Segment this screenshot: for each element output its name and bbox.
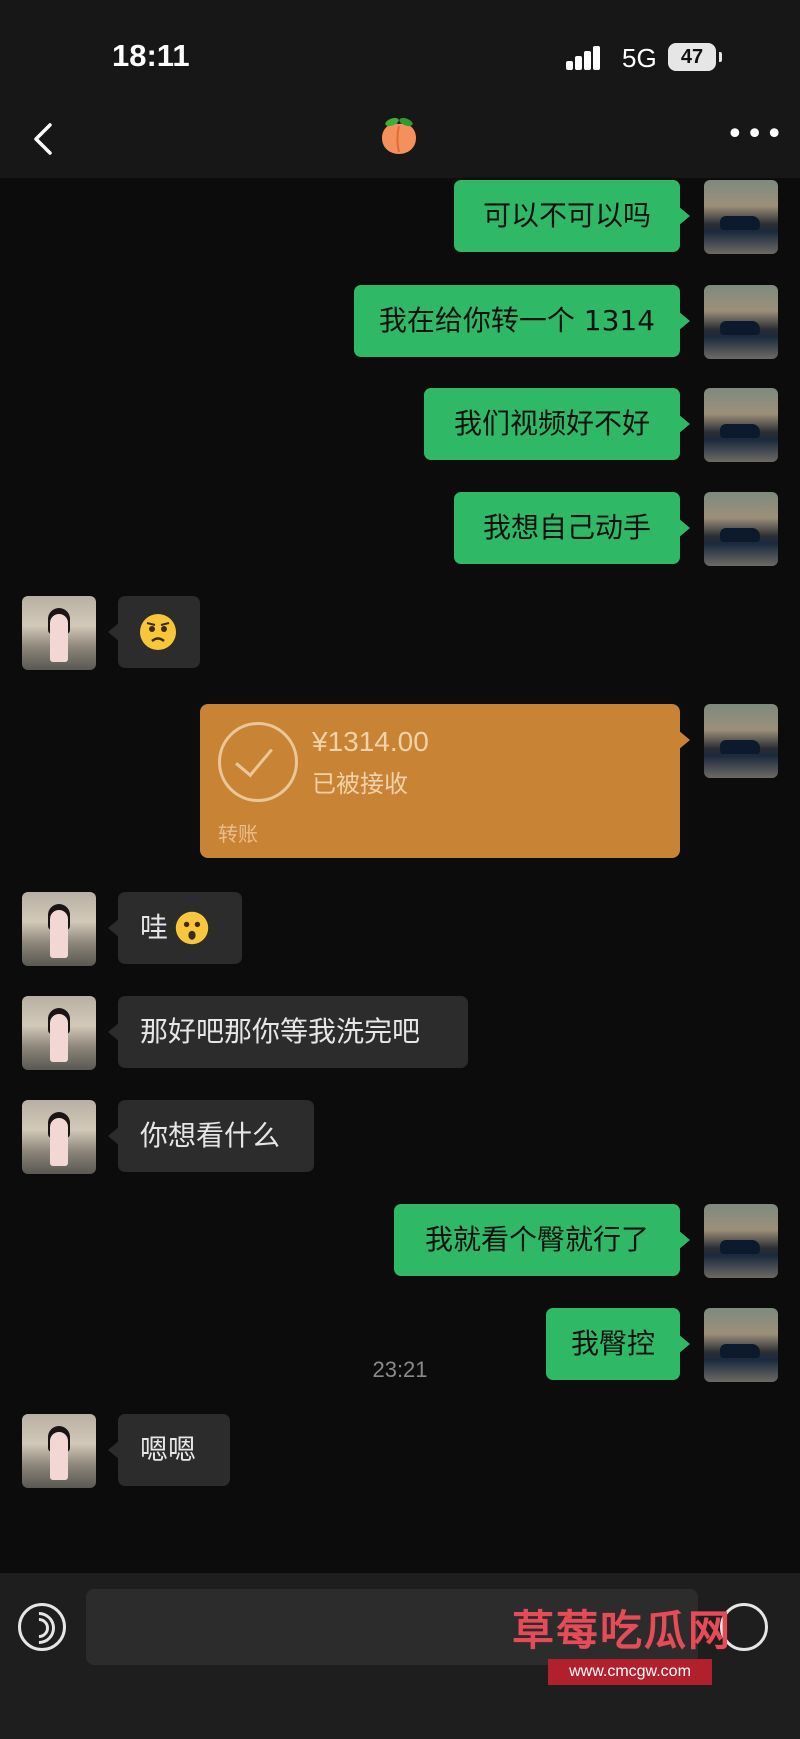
message-timestamp: 23:21 xyxy=(372,1357,428,1382)
received-message-bubble[interactable]: 哇 xyxy=(108,892,242,964)
signal-icon xyxy=(566,44,608,70)
peach-emoji xyxy=(382,117,416,154)
chat-header: ••• xyxy=(0,100,800,178)
message-text: 你想看什么 xyxy=(140,1119,281,1152)
chevron-left-icon[interactable] xyxy=(28,122,58,156)
more-dots-icon[interactable]: ••• xyxy=(726,120,785,150)
watermark-text: 草莓吃瓜网 xyxy=(512,1606,733,1655)
my-avatar[interactable] xyxy=(704,492,778,566)
message-text: 哇 xyxy=(140,911,169,944)
hushed-face-emoji xyxy=(175,911,209,945)
message-text: 我就看个臀就行了 xyxy=(424,1223,649,1256)
my-avatar[interactable] xyxy=(704,180,778,254)
thinking-face-emoji xyxy=(140,614,176,650)
received-message-bubble[interactable]: 你想看什么 xyxy=(108,1100,314,1172)
battery-indicator: 47 xyxy=(668,43,722,71)
contact-avatar[interactable] xyxy=(22,1100,96,1174)
contact-avatar[interactable] xyxy=(22,996,96,1070)
transfer-label: 转账 xyxy=(218,822,258,846)
my-avatar[interactable] xyxy=(704,704,778,778)
check-circle-icon xyxy=(218,722,298,802)
status-time: 18:11 xyxy=(112,38,190,73)
sent-message-bubble[interactable]: 我在给你转一个 1314 xyxy=(354,285,690,357)
sent-message-bubble[interactable]: 我们视频好不好 xyxy=(424,388,690,460)
message-text: 那好吧那你等我洗完吧 xyxy=(140,1015,421,1048)
message-text: 我想自己动手 xyxy=(482,511,651,544)
network-type: 5G xyxy=(622,43,657,73)
contact-avatar[interactable] xyxy=(22,1414,96,1488)
sent-message-bubble[interactable]: 我就看个臀就行了 xyxy=(394,1204,690,1276)
transfer-card[interactable]: ¥1314.00 已被接收 转账 xyxy=(200,704,690,858)
contact-avatar[interactable] xyxy=(22,596,96,670)
received-message-bubble[interactable]: 嗯嗯 xyxy=(108,1414,230,1486)
transfer-amount: ¥1314.00 xyxy=(312,726,429,757)
received-message-bubble[interactable]: 那好吧那你等我洗完吧 xyxy=(108,996,468,1068)
message-text: 我们视频好不好 xyxy=(453,407,650,440)
my-avatar[interactable] xyxy=(704,285,778,359)
transfer-status: 已被接收 xyxy=(312,770,408,798)
watermark-url: www.cmcgw.com xyxy=(548,1659,712,1685)
message-text: 可以不可以吗 xyxy=(482,199,651,232)
input-bar: 草莓吃瓜网 www.cmcgw.com xyxy=(0,1573,800,1739)
voice-icon[interactable] xyxy=(16,1603,66,1651)
contact-avatar[interactable] xyxy=(22,892,96,966)
received-message-bubble[interactable] xyxy=(108,596,200,668)
status-bar: 18:11 5G 47 xyxy=(0,0,800,100)
message-text: 嗯嗯 xyxy=(140,1433,197,1466)
my-avatar[interactable] xyxy=(704,388,778,462)
my-avatar[interactable] xyxy=(704,1204,778,1278)
message-text: 我臀控 xyxy=(570,1327,655,1360)
sent-message-bubble[interactable]: 可以不可以吗 xyxy=(454,180,690,252)
message-text: 我在给你转一个 1314 xyxy=(378,304,656,337)
sent-message-bubble[interactable]: 我想自己动手 xyxy=(454,492,690,564)
